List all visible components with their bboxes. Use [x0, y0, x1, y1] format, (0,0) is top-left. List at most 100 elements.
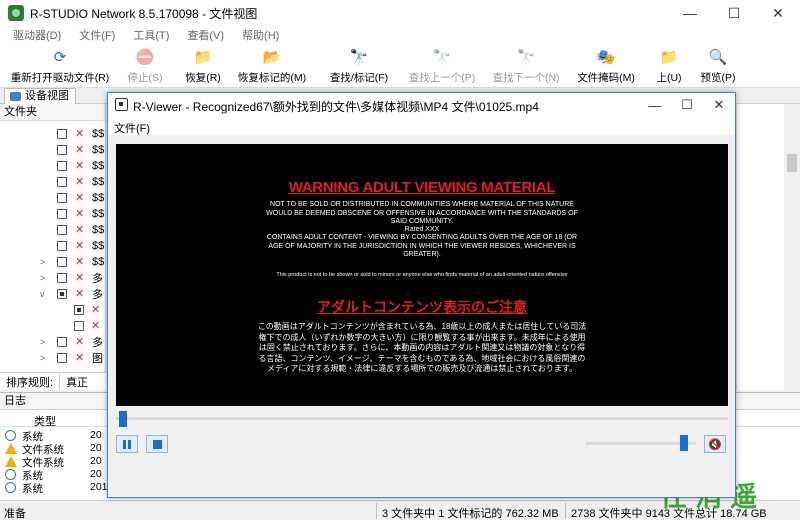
volume-knob[interactable]	[680, 435, 689, 451]
tree-item[interactable]: ✕ $$	[0, 206, 106, 222]
warning-icon	[5, 443, 17, 454]
tree-item[interactable]: ✕ $$	[0, 126, 106, 142]
recover-button[interactable]: 📁 恢复(R)	[180, 46, 226, 86]
tree-item[interactable]: > ✕ $$	[0, 254, 106, 270]
tree-checkbox[interactable]	[57, 129, 67, 139]
pause-button[interactable]	[116, 435, 138, 453]
tree-item[interactable]: ✕ $$	[0, 190, 106, 206]
tree-expander-icon[interactable]: v	[40, 289, 45, 299]
tree-item[interactable]: v ✕ 多	[0, 286, 106, 302]
viewer-minimize-button[interactable]: —	[639, 93, 671, 117]
tree-checkbox[interactable]	[74, 305, 84, 315]
deleted-folder-icon: ✕	[75, 271, 85, 284]
tree-expander-icon[interactable]: >	[40, 273, 45, 283]
preview-button[interactable]: 🔍 预览(P)	[696, 46, 740, 86]
tree-expander-icon[interactable]: >	[40, 337, 45, 347]
tree-checkbox[interactable]	[57, 353, 67, 363]
reopen-icon: ⟳	[53, 49, 67, 66]
tree-item[interactable]: > ✕ 多	[0, 270, 106, 286]
video-warning-paragraph-2: CONTAINS ADULT CONTENT - VIEWING BY CONS…	[266, 234, 578, 258]
mute-button[interactable]: 🔇	[704, 435, 726, 453]
tab-device-view[interactable]: 设备视图	[4, 88, 76, 104]
tree-item[interactable]: ✕	[0, 318, 106, 334]
progress-track[interactable]	[116, 417, 728, 420]
sort-tab-real[interactable]: 真正	[59, 373, 94, 390]
file-list-scrollbar[interactable]	[784, 104, 800, 390]
pause-icon	[123, 439, 131, 449]
tree-checkbox[interactable]	[57, 161, 67, 171]
menu-file[interactable]: 文件(F)	[70, 27, 124, 43]
deleted-folder-icon: ✕	[75, 127, 85, 140]
video-frame[interactable]: WARNING ADULT VIEWING MATERIAL NOT TO BE…	[116, 144, 728, 406]
scrollbar-thumb[interactable]	[787, 154, 797, 172]
minimize-button[interactable]: —	[668, 0, 712, 26]
up-icon: 📁	[659, 49, 679, 66]
maximize-button[interactable]: ☐	[712, 0, 756, 26]
file-mask-button[interactable]: 🎭 文件掩码(M)	[574, 46, 638, 86]
tree-checkbox[interactable]	[57, 241, 67, 251]
r-studio-app-icon	[8, 5, 24, 21]
tree-item-label: $$	[92, 208, 105, 220]
up-button[interactable]: 📁 上(U)	[652, 46, 686, 86]
deleted-folder-icon: ✕	[91, 319, 101, 332]
tree-checkbox[interactable]	[57, 273, 67, 283]
tree-expander-icon[interactable]: >	[40, 353, 45, 363]
find-next-label: 查找下一个(N)	[492, 72, 560, 84]
playback-progress-slider[interactable]	[116, 411, 728, 427]
log-column-type[interactable]: 类型	[34, 413, 56, 429]
tree-item[interactable]: ✕ $$	[0, 158, 106, 174]
tree-expander-icon[interactable]: >	[40, 257, 45, 267]
tree-item-label: 多	[92, 337, 103, 349]
stop-icon: ⛔	[135, 49, 155, 66]
tree-item[interactable]: ✕ $$	[0, 142, 106, 158]
tree-checkbox[interactable]	[57, 289, 67, 299]
menu-drive[interactable]: 驱动器(D)	[4, 27, 70, 43]
tree-item[interactable]: ✕	[0, 302, 106, 318]
tree-checkbox[interactable]	[57, 145, 67, 155]
tree-checkbox[interactable]	[57, 337, 67, 347]
deleted-folder-icon: ✕	[75, 223, 85, 236]
tree-item[interactable]: ✕ $$	[0, 174, 106, 190]
find-next-icon: 🔭	[516, 49, 536, 66]
find-next-button[interactable]: 🔭 查找下一个(N)	[486, 46, 566, 86]
stop-playback-button[interactable]	[146, 435, 168, 453]
tree-checkbox[interactable]	[74, 321, 84, 331]
progress-knob[interactable]	[119, 411, 127, 427]
find-mark-button[interactable]: 🔭 查找/标记(F)	[322, 46, 396, 86]
main-menubar: 驱动器(D) 文件(F) 工具(T) 查看(V) 帮助(H)	[0, 26, 800, 44]
tree-item[interactable]: > ✕ 图	[0, 350, 106, 366]
menu-view[interactable]: 查看(V)	[178, 27, 233, 43]
tree-checkbox[interactable]	[57, 209, 67, 219]
viewer-close-button[interactable]: ✕	[703, 93, 735, 117]
tree-checkbox[interactable]	[57, 193, 67, 203]
log-date: 20	[90, 429, 102, 441]
tree-checkbox[interactable]	[57, 257, 67, 267]
r-viewer-window: R-Viewer - Recognized67\额外找到的文件\多媒体视频\MP…	[107, 92, 736, 498]
viewer-maximize-button[interactable]: ☐	[671, 93, 703, 117]
menu-help[interactable]: 帮助(H)	[233, 27, 288, 43]
tree-item[interactable]: ✕ $$	[0, 238, 106, 254]
recover-marked-button[interactable]: 📂 恢复标记的(M)	[234, 46, 310, 86]
video-japanese-title: アダルトコンテンツ表示のご注意	[317, 299, 527, 315]
tree-checkbox[interactable]	[57, 225, 67, 235]
main-window-controls: — ☐ ✕	[668, 0, 800, 26]
log-date: 20	[90, 442, 102, 454]
tree-item[interactable]: > ✕ 多	[0, 334, 106, 350]
tree-checkbox[interactable]	[57, 177, 67, 187]
menu-tools[interactable]: 工具(T)	[124, 27, 178, 43]
recover-icon: 📁	[193, 49, 213, 66]
deleted-folder-icon: ✕	[75, 239, 85, 252]
deleted-folder-icon: ✕	[75, 287, 85, 300]
deleted-folder-icon: ✕	[75, 191, 85, 204]
folder-panel-header: 文件夹	[0, 104, 105, 121]
stop-button[interactable]: ⛔ 停止(S)	[120, 46, 170, 86]
viewer-menubar: 文件(F)	[108, 117, 735, 135]
preview-icon: 🔍	[708, 49, 728, 66]
find-previous-button[interactable]: 🔭 查找上一个(P)	[402, 46, 482, 86]
close-button[interactable]: ✕	[756, 0, 800, 26]
reopen-drive-files-button[interactable]: ⟳ 重新打开驱动文件(R)	[8, 46, 112, 86]
stop-icon	[152, 439, 162, 449]
viewer-menu-file[interactable]: 文件(F)	[114, 120, 150, 136]
find-previous-label: 查找上一个(P)	[408, 72, 476, 84]
tree-item[interactable]: ✕ $$	[0, 222, 106, 238]
